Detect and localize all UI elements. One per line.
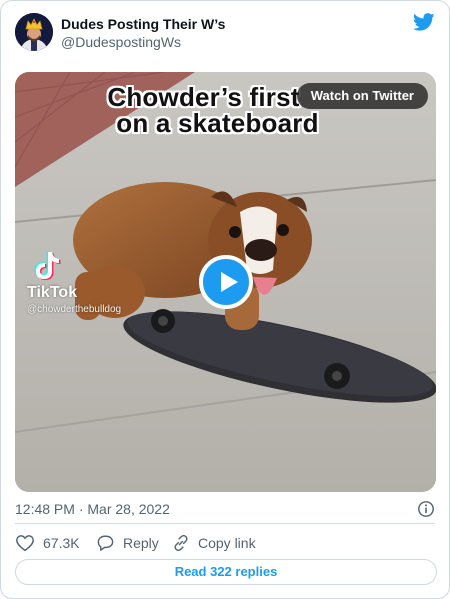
author-handle[interactable]: @DudespostingWs (61, 34, 181, 50)
author-avatar[interactable] (15, 13, 53, 51)
divider (15, 523, 435, 524)
read-replies-button[interactable]: Read 322 replies (15, 559, 437, 585)
watch-on-twitter-button[interactable]: Watch on Twitter (296, 83, 428, 109)
video-caption-line2: on a skateboard (116, 108, 319, 138)
play-icon (221, 272, 238, 292)
like-button[interactable]: 67.3K (15, 533, 80, 553)
author-name[interactable]: Dudes Posting Their W’s (61, 16, 225, 32)
tweet-timestamp[interactable]: 12:48 PM · Mar 28, 2022 (15, 501, 170, 517)
link-icon (174, 534, 188, 552)
video-media[interactable]: Chowder’s first on a skateboard Watch on… (15, 72, 436, 492)
reply-label: Reply (123, 535, 159, 551)
play-button[interactable] (199, 255, 253, 309)
tiktok-logo-icon (34, 251, 61, 280)
crowned-king-avatar-icon (15, 13, 53, 51)
reply-button[interactable]: Reply (96, 533, 159, 553)
heart-icon (16, 535, 34, 552)
copy-link-button[interactable]: Copy link (172, 533, 256, 553)
tweet-actions: 67.3K Reply Copy link (15, 533, 435, 553)
tweet-header: Dudes Posting Their W’s @DudespostingWs (15, 11, 435, 55)
reply-icon (97, 535, 114, 551)
twitter-bird-icon[interactable] (413, 13, 435, 31)
tiktok-watermark: TikTok @chowderthebulldog (21, 250, 141, 320)
copy-link-label: Copy link (198, 535, 256, 551)
like-count: 67.3K (43, 535, 80, 551)
tiktok-label: TikTok (27, 284, 78, 301)
tiktok-username: @chowderthebulldog (27, 304, 122, 315)
tweet-card: Dudes Posting Their W’s @DudespostingWs (0, 0, 450, 599)
info-icon[interactable] (417, 500, 435, 518)
